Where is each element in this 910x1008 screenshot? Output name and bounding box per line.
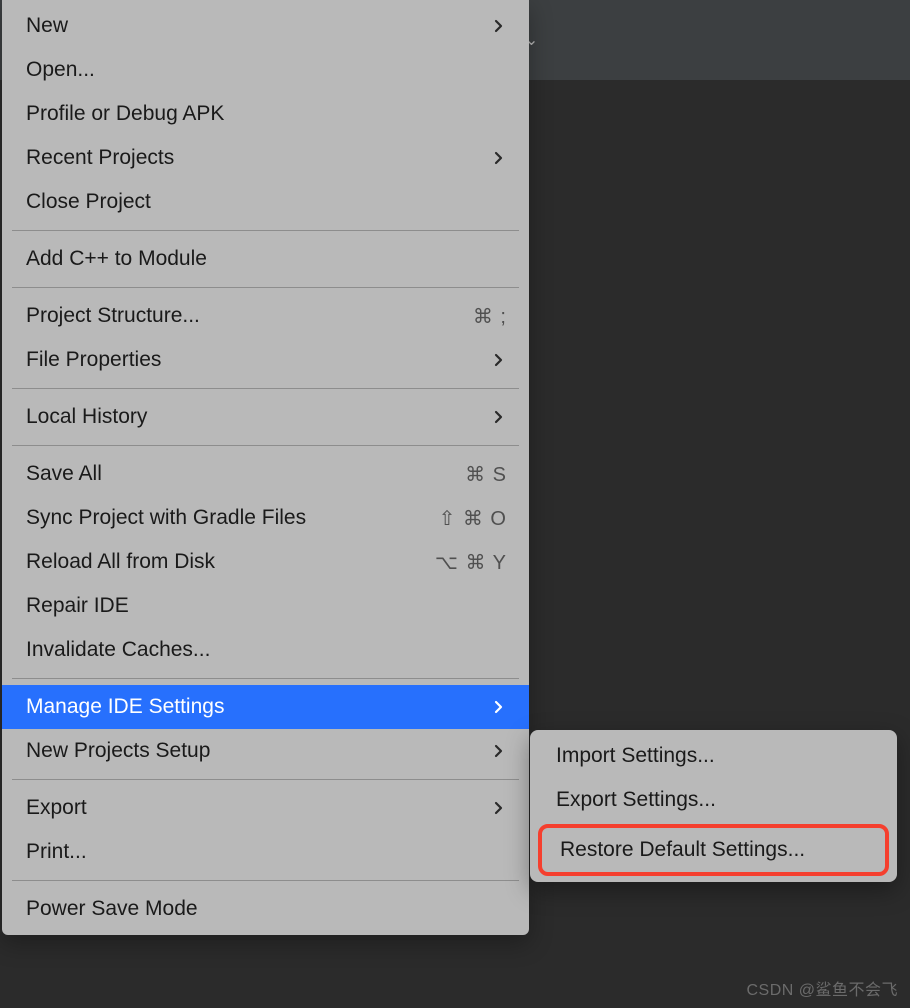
- menu-item-label: Repair IDE: [26, 594, 129, 618]
- menu-item-label: Reload All from Disk: [26, 550, 215, 574]
- menu-item-label: Profile or Debug APK: [26, 102, 224, 126]
- chevron-right-icon: [491, 18, 507, 34]
- menu-item-new-projects-setup[interactable]: New Projects Setup: [2, 729, 529, 773]
- menu-separator: [12, 678, 519, 679]
- menu-item-invalidate-caches[interactable]: Invalidate Caches...: [2, 628, 529, 672]
- menu-separator: [12, 230, 519, 231]
- menu-item-manage-ide-settings[interactable]: Manage IDE Settings: [2, 685, 529, 729]
- menu-item-label: Local History: [26, 405, 147, 429]
- menu-item-label: Add C++ to Module: [26, 247, 207, 271]
- chevron-right-icon: [491, 800, 507, 816]
- menu-item-new[interactable]: New: [2, 4, 529, 48]
- chevron-right-icon: [491, 352, 507, 368]
- menu-shortcut: ⌘ ;: [473, 304, 507, 329]
- chevron-right-icon: [491, 409, 507, 425]
- chevron-right-icon: [491, 699, 507, 715]
- menu-separator: [12, 445, 519, 446]
- menu-item-power-save-mode[interactable]: Power Save Mode: [2, 887, 529, 931]
- menu-item-reload-all-from-disk[interactable]: Reload All from Disk ⌥ ⌘ Y: [2, 540, 529, 584]
- menu-item-open[interactable]: Open...: [2, 48, 529, 92]
- menu-item-label: Save All: [26, 462, 102, 486]
- chevron-right-icon: [491, 743, 507, 759]
- menu-item-label: Close Project: [26, 190, 151, 214]
- menu-item-label: Manage IDE Settings: [26, 695, 224, 719]
- menu-shortcut: ⌥ ⌘ Y: [435, 550, 507, 575]
- chevron-right-icon: [491, 150, 507, 166]
- submenu-item-restore-default-settings[interactable]: Restore Default Settings...: [538, 824, 889, 876]
- menu-item-file-properties[interactable]: File Properties: [2, 338, 529, 382]
- menu-item-save-all[interactable]: Save All ⌘ S: [2, 452, 529, 496]
- menu-item-close-project[interactable]: Close Project: [2, 180, 529, 224]
- menu-separator: [12, 880, 519, 881]
- submenu-item-export-settings[interactable]: Export Settings...: [530, 778, 897, 822]
- menu-item-repair-ide[interactable]: Repair IDE: [2, 584, 529, 628]
- menu-item-print[interactable]: Print...: [2, 830, 529, 874]
- menu-separator: [12, 287, 519, 288]
- menu-item-local-history[interactable]: Local History: [2, 395, 529, 439]
- file-menu: New Open... Profile or Debug APK Recent Pro…: [2, 0, 529, 935]
- menu-item-add-c-to-module[interactable]: Add C++ to Module: [2, 237, 529, 281]
- menu-item-label: Invalidate Caches...: [26, 638, 210, 662]
- menu-separator: [12, 779, 519, 780]
- menu-item-profile-or-debug-apk[interactable]: Profile or Debug APK: [2, 92, 529, 136]
- menu-item-label: Print...: [26, 840, 87, 864]
- menu-item-label: New Projects Setup: [26, 739, 210, 763]
- menu-item-sync-project-with-gradle-files[interactable]: Sync Project with Gradle Files ⇧ ⌘ O: [2, 496, 529, 540]
- menu-separator: [12, 388, 519, 389]
- submenu-item-label: Export Settings...: [556, 788, 716, 812]
- menu-item-label: Sync Project with Gradle Files: [26, 506, 306, 530]
- menu-item-label: Project Structure...: [26, 304, 200, 328]
- menu-item-label: Open...: [26, 58, 95, 82]
- menu-item-label: File Properties: [26, 348, 161, 372]
- menu-item-label: Recent Projects: [26, 146, 174, 170]
- submenu-item-label: Import Settings...: [556, 744, 715, 768]
- menu-item-export[interactable]: Export: [2, 786, 529, 830]
- watermark: CSDN @鲨鱼不会飞: [746, 976, 898, 1000]
- menu-item-label: Export: [26, 796, 87, 820]
- menu-item-project-structure[interactable]: Project Structure... ⌘ ;: [2, 294, 529, 338]
- manage-ide-settings-submenu: Import Settings... Export Settings... Rest…: [530, 730, 897, 882]
- menu-item-label: Power Save Mode: [26, 897, 198, 921]
- menu-item-label: New: [26, 14, 68, 38]
- menu-shortcut: ⌘ S: [465, 462, 507, 487]
- submenu-item-label: Restore Default Settings...: [560, 838, 805, 862]
- menu-shortcut: ⇧ ⌘ O: [439, 506, 507, 531]
- menu-item-recent-projects[interactable]: Recent Projects: [2, 136, 529, 180]
- submenu-item-import-settings[interactable]: Import Settings...: [530, 734, 897, 778]
